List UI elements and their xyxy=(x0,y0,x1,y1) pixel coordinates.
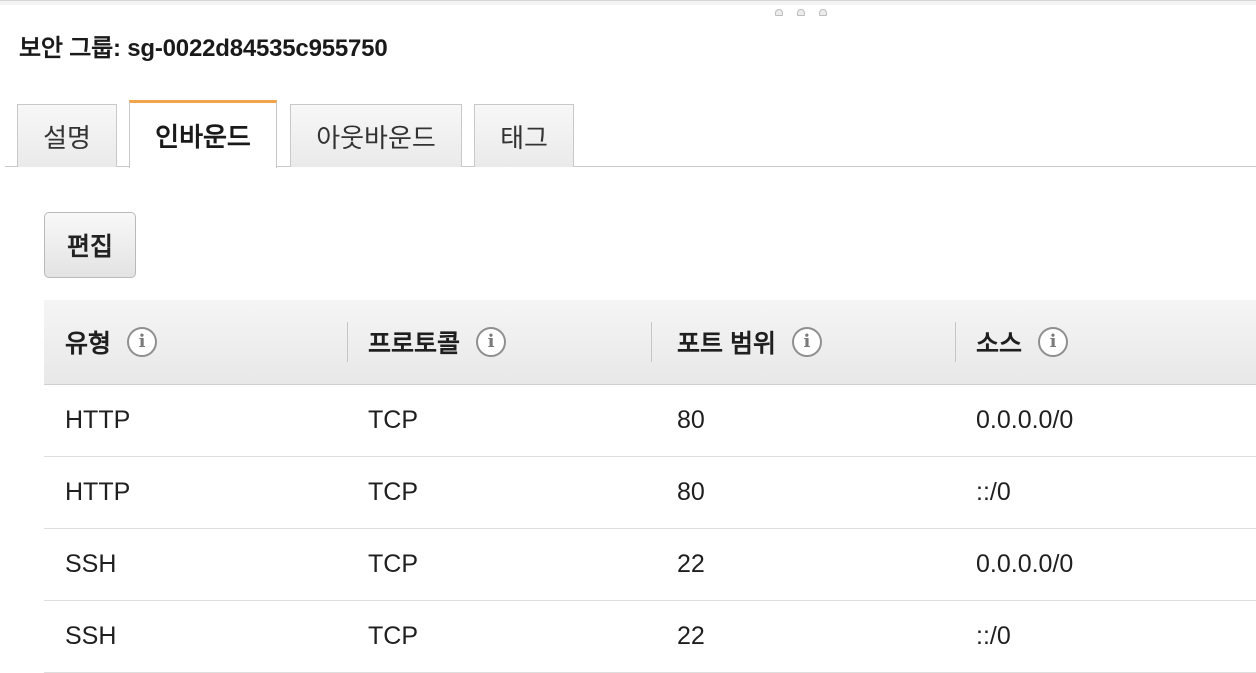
cell-protocol: TCP xyxy=(368,550,418,578)
info-icon[interactable]: i xyxy=(476,327,507,357)
cell-port-range: 22 xyxy=(677,550,705,578)
column-header-source[interactable]: 소스 i xyxy=(976,300,1069,384)
panel-top-border xyxy=(0,0,1256,5)
tab-bar: 설명 인바운드 아웃바운드 태그 xyxy=(0,100,1256,168)
info-icon[interactable]: i xyxy=(791,327,822,357)
cell-port-range: 80 xyxy=(677,406,705,434)
table-row: SSH TCP 22 ::/0 xyxy=(44,601,1256,673)
column-header-label: 소스 xyxy=(976,330,1023,358)
table-header: 유형 i 프로토콜 i 포트 범위 i 소스 i xyxy=(44,300,1256,385)
column-header-port-range[interactable]: 포트 범위 i xyxy=(677,300,822,384)
column-divider xyxy=(955,322,956,362)
column-divider xyxy=(651,322,652,362)
cell-type: HTTP xyxy=(65,478,131,506)
cell-source: 0.0.0.0/0 xyxy=(976,406,1074,434)
info-icon[interactable]: i xyxy=(1038,327,1069,357)
tab-description[interactable]: 설명 xyxy=(17,104,117,167)
info-icon[interactable]: i xyxy=(127,327,158,357)
table-row: HTTP TCP 80 0.0.0.0/0 xyxy=(44,385,1256,457)
column-header-label: 유형 xyxy=(65,330,112,358)
drag-dot xyxy=(775,9,783,16)
tab-outbound[interactable]: 아웃바운드 xyxy=(290,104,462,167)
column-header-protocol[interactable]: 프로토콜 i xyxy=(368,300,507,384)
column-header-type[interactable]: 유형 i xyxy=(65,300,158,384)
cell-protocol: TCP xyxy=(368,622,418,650)
table-row: SSH TCP 22 0.0.0.0/0 xyxy=(44,529,1256,601)
edit-button[interactable]: 편집 xyxy=(44,212,136,278)
cell-type: SSH xyxy=(65,550,117,578)
column-header-label: 프로토콜 xyxy=(368,330,461,358)
cell-source: ::/0 xyxy=(976,622,1011,650)
cell-source: 0.0.0.0/0 xyxy=(976,550,1074,578)
cell-port-range: 22 xyxy=(677,622,705,650)
table-row: HTTP TCP 80 ::/0 xyxy=(44,457,1256,529)
column-header-label: 포트 범위 xyxy=(677,330,776,358)
inbound-rules-table: 유형 i 프로토콜 i 포트 범위 i 소스 i HTTP TCP 80 0.0… xyxy=(44,300,1256,673)
tab-inbound[interactable]: 인바운드 xyxy=(129,100,277,168)
cell-port-range: 80 xyxy=(677,478,705,506)
tab-tags[interactable]: 태그 xyxy=(474,104,574,167)
cell-protocol: TCP xyxy=(368,406,418,434)
page-title: 보안 그룹: sg-0022d84535c955750 xyxy=(19,35,388,62)
cell-source: ::/0 xyxy=(976,478,1011,506)
drag-dot xyxy=(797,9,805,16)
drag-handle-icon[interactable] xyxy=(775,9,827,16)
cell-type: SSH xyxy=(65,622,117,650)
drag-dot xyxy=(819,9,827,16)
column-divider xyxy=(347,322,348,362)
cell-type: HTTP xyxy=(65,406,131,434)
cell-protocol: TCP xyxy=(368,478,418,506)
